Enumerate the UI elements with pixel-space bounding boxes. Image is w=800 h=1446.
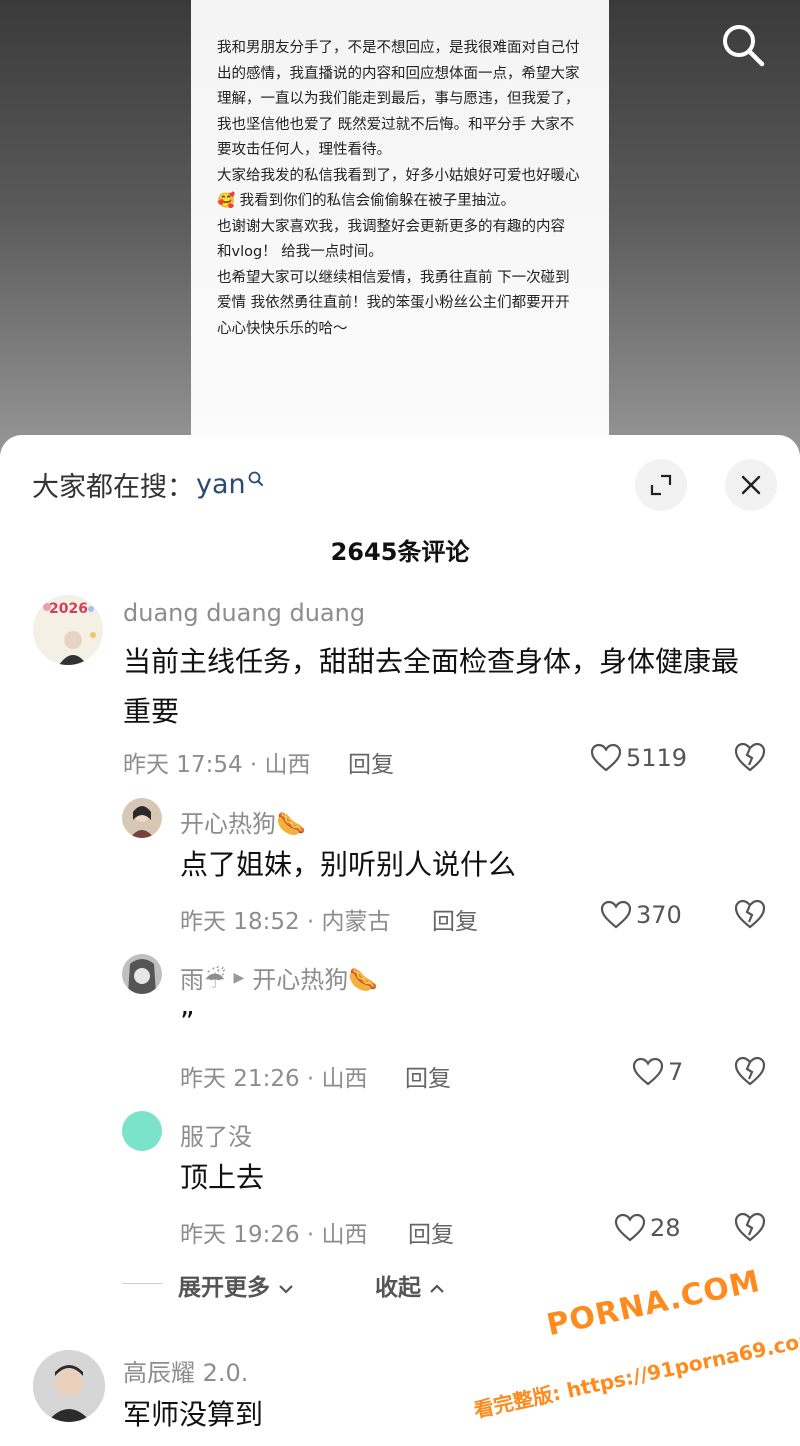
note-paragraph-3: 也谢谢大家喜欢我，我调整好会更新更多的有趣的内容 和vlog！ 给我一点时间。 [217,218,565,261]
chevron-down-icon [279,1285,293,1294]
chevron-up-icon [430,1284,444,1293]
reply-button[interactable]: 回复 [432,902,478,936]
search-suggestion-keyword[interactable]: yan [196,469,246,500]
reply-button[interactable]: 回复 [405,1059,451,1093]
fullscreen-button[interactable] [635,459,687,511]
heart-icon [632,1057,664,1086]
dislike-button[interactable] [734,741,766,777]
close-button[interactable] [725,459,777,511]
collapse-label: 收起 [375,1275,421,1301]
avatar[interactable] [122,1111,162,1151]
close-icon [741,475,761,495]
avatar[interactable] [33,1350,105,1422]
comment-meta: 昨天 18:52 · 内蒙古 [180,909,391,935]
like-button[interactable]: 370 [600,900,682,930]
heart-icon [590,743,622,772]
like-button[interactable]: 7 [632,1057,683,1087]
comment-author[interactable]: 雨☔ [180,960,226,995]
broken-heart-icon [734,742,766,772]
reply-button[interactable]: 回复 [348,745,394,779]
like-count: 5119 [626,744,688,772]
note-paragraph-2: 大家给我发的私信我看到了，好多小姑娘好可爱也好暖心 🥰 我看到你们的私信会偷偷躲… [217,167,580,210]
avatar[interactable] [122,954,162,994]
comment-meta: 昨天 19:26 · 山西 [180,1222,368,1248]
comment-text: 军师没算到 [123,1398,264,1431]
comment-meta: 昨天 17:54 · 山西 [123,752,311,778]
comment-meta: 昨天 21:26 · 山西 [180,1066,368,1092]
note-paragraph-4: 也希望大家可以继续相信爱情，我勇往直前 下一次碰到爱情 我依然勇往直前！我的笨蛋… [217,269,570,337]
avatar[interactable] [122,798,162,838]
broken-heart-icon [734,899,766,929]
like-count: 28 [650,1214,681,1242]
dislike-button[interactable] [734,1055,766,1091]
comment-text: 顶上去 [180,1161,265,1194]
reply-author-line: 雨☔ ▶ 开心热狗🌭 [180,960,378,995]
broken-heart-icon [734,1056,766,1086]
note-paragraph-1: 我和男朋友分手了，不是不想回应，是我很难面对自己付出的感情，我直播说的内容和回应… [217,40,580,158]
heart-icon [614,1213,646,1242]
broken-heart-icon [734,1212,766,1242]
video-area[interactable]: 我和男朋友分手了，不是不想回应，是我很难面对自己付出的感情，我直播说的内容和回应… [0,0,800,470]
like-count: 7 [668,1058,684,1086]
reply-to-author[interactable]: 开心热狗🌭 [252,960,378,995]
comment-author[interactable]: 高辰耀 2.0. [123,1353,248,1388]
comment-author[interactable]: duang duang duang [123,599,365,627]
like-button[interactable]: 28 [614,1213,681,1243]
collapse-button[interactable]: 收起 [375,1268,445,1302]
search-suggestion[interactable]: 大家都在搜： yan [32,465,264,504]
dislike-button[interactable] [734,898,766,934]
comment-text: ” [180,1005,195,1038]
comment-text: 点了姐妹，别听别人说什么 [180,848,517,881]
expand-more-label: 展开更多 [178,1275,270,1301]
search-suggestion-prefix: 大家都在搜： [32,472,194,503]
expand-more-button[interactable]: 展开更多 [178,1268,294,1302]
avatar-badge-text: 2026 [49,601,88,617]
reply-arrow-icon: ▶ [233,969,245,986]
search-icon[interactable] [718,20,768,70]
comment-author[interactable]: 服了没 [180,1117,252,1152]
note-card: 我和男朋友分手了，不是不想回应，是我很难面对自己付出的感情，我直播说的内容和回应… [191,0,609,440]
reply-button[interactable]: 回复 [408,1215,454,1249]
like-count: 370 [636,901,682,929]
expand-icon [650,474,672,496]
expand-divider [122,1283,162,1284]
heart-icon [600,900,632,929]
comment-count: 2645条评论 [330,538,470,566]
comment-text: 当前主线任务，甜甜去全面检查身体，身体健康最重要 [123,645,740,728]
like-button[interactable]: 5119 [590,743,687,773]
comment-author[interactable]: 开心热狗🌭 [180,804,306,839]
small-search-icon [248,463,264,494]
dislike-button[interactable] [734,1211,766,1247]
